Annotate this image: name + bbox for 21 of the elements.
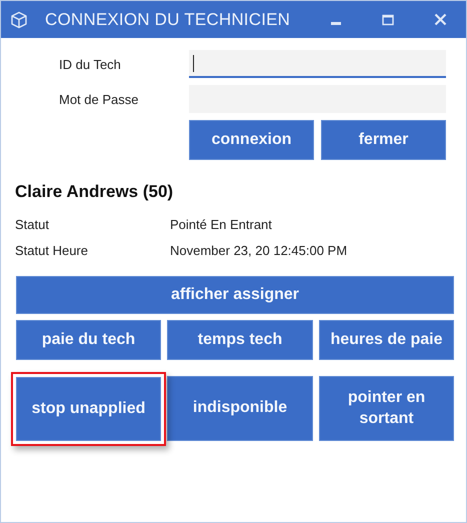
- field-label: ID du Tech: [58, 56, 122, 72]
- window-title: CONNEXION DU TECHNICIEN: [45, 10, 290, 30]
- detail-label: Statut: [15, 217, 50, 232]
- action-button[interactable]: pointer en sortant: [319, 376, 454, 441]
- maximize-icon[interactable]: [382, 14, 394, 26]
- cube-icon: [10, 10, 28, 28]
- action-button[interactable]: stop unapplied: [11, 372, 166, 446]
- action-button[interactable]: heures de paie: [319, 320, 454, 360]
- input-field[interactable]: [189, 50, 446, 78]
- action-button[interactable]: afficher assigner: [16, 276, 454, 314]
- field-label: Mot de Passe: [58, 92, 140, 106]
- detail-value: Pointé En Entrant: [170, 217, 273, 232]
- action-button[interactable]: paie du tech: [16, 320, 161, 360]
- detail-label: Statut Heure: [15, 243, 89, 258]
- close-icon[interactable]: [434, 13, 447, 26]
- action-button[interactable]: indisponible: [167, 376, 313, 441]
- login-button[interactable]: fermer: [321, 120, 446, 160]
- technician-name: Claire Andrews (50): [15, 182, 174, 202]
- detail-value: November 23, 20 12:45:00 PM: [170, 243, 348, 258]
- action-button[interactable]: temps tech: [167, 320, 313, 360]
- login-button[interactable]: connexion: [189, 120, 314, 160]
